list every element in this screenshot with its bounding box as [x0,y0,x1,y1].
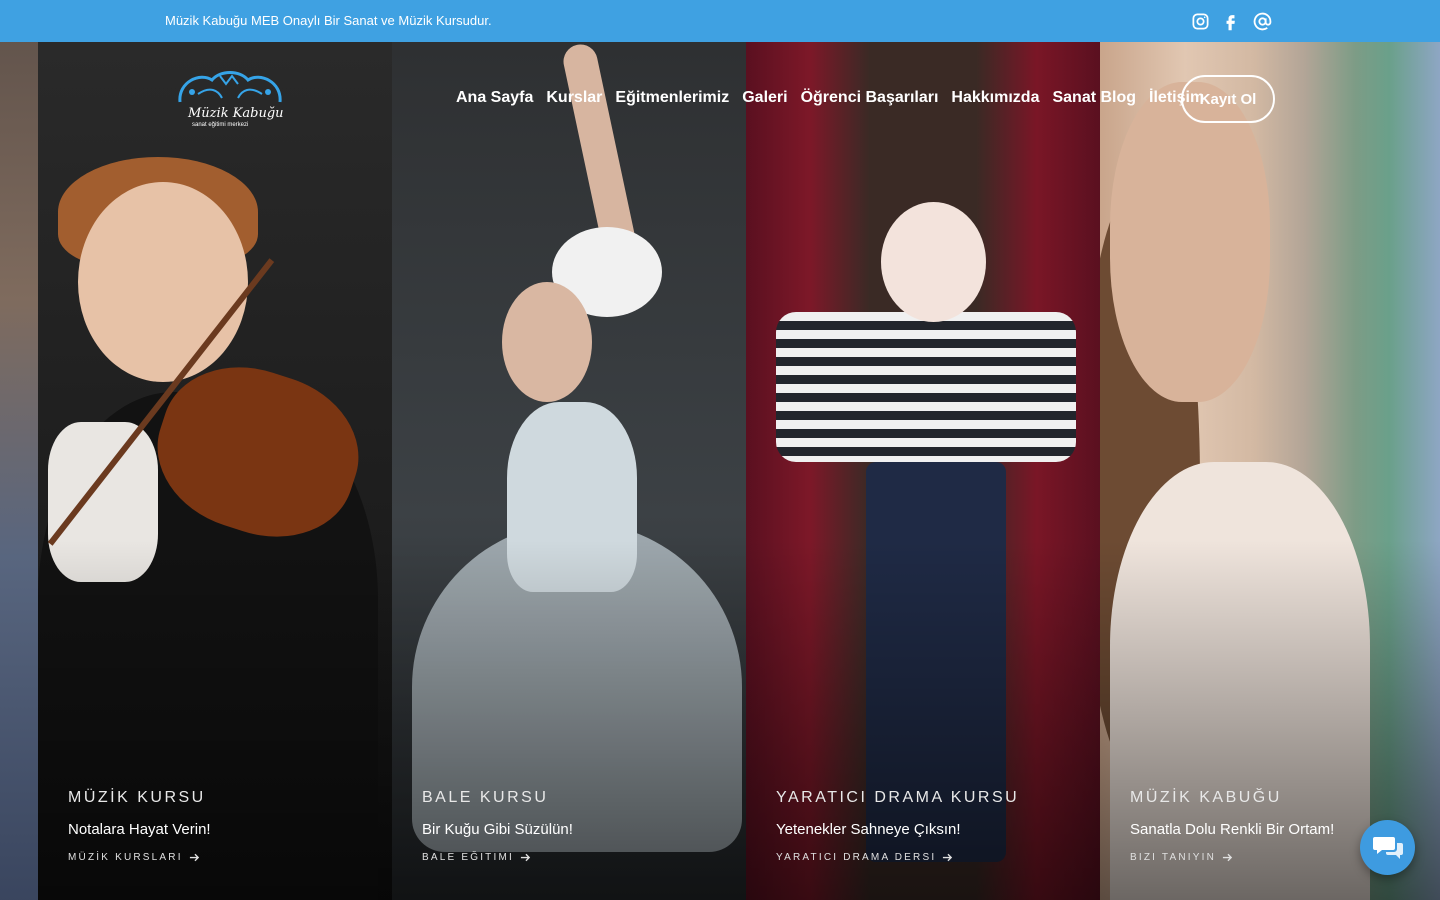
panel-title: Sanatla Dolu Renkli Bir Ortam! [1130,821,1335,838]
caption-about: MÜZİK KABUĞU Sanatla Dolu Renkli Bir Ort… [1130,789,1334,863]
arrow-right-icon [520,853,531,862]
nav-item-gallery[interactable]: Galeri [742,89,787,107]
announcement-text: Müzik Kabuğu MEB Onaylı Bir Sanat ve Müz… [165,13,492,28]
striped-shirt [776,312,1076,462]
panel-kicker: MÜZİK KABUĞU [1130,789,1282,806]
email-icon[interactable] [1251,10,1273,32]
top-bar: Müzik Kabuğu MEB Onaylı Bir Sanat ve Müz… [0,0,1440,42]
arrow-right-icon [1222,853,1233,862]
link-label: YARATICI DRAMA DERSI [776,852,937,863]
panel-music-course[interactable] [38,42,392,900]
nav-item-home[interactable]: Ana Sayfa [456,89,533,107]
face-shape [502,282,592,402]
panel-title: Bir Kuğu Gibi Süzülün! [422,821,573,838]
face-shape [78,182,248,382]
caption-drama-course: YARATICI DRAMA KURSU Yetenekler Sahneye … [776,789,1019,863]
facebook-icon[interactable] [1219,10,1241,32]
instagram-icon[interactable] [1189,10,1211,32]
link-label: BALE EĞITIMI [422,852,514,863]
nav-item-instructors[interactable]: Eğitmenlerimiz [615,89,729,107]
panel-kicker: BALE KURSU [422,789,549,806]
caption-music-course: MÜZİK KURSU Notalara Hayat Verin! MÜZİK … [68,789,211,863]
arrow-right-icon [189,853,199,862]
panel-title: Notalara Hayat Verin! [68,821,211,838]
panel-about[interactable] [1100,42,1440,900]
panel-title: Yetenekler Sahneye Çıksın! [776,821,961,838]
site-logo[interactable]: Müzik Kabuğu sanat eğitimi merkezi [170,64,290,134]
face-shape [1110,82,1270,402]
logo-name: Müzik Kabuğu [188,106,284,121]
page: Müzik Kabuğu MEB Onaylı Bir Sanat ve Müz… [0,0,1440,900]
panel-kicker: MÜZİK KURSU [68,789,206,806]
link-label: MÜZİK KURSLARI [68,852,183,863]
panel-kicker: YARATICI DRAMA KURSU [776,789,1020,806]
arrow-right-icon [943,853,953,862]
ballet-training-link[interactable]: BALE EĞITIMI [422,852,573,863]
panel-drama-course[interactable] [746,42,1100,900]
caption-ballet-course: BALE KURSU Bir Kuğu Gibi Süzülün! BALE E… [422,789,573,863]
background-image-left [0,42,38,900]
panel-ballet-course[interactable] [392,42,746,900]
register-button[interactable]: Kayıt Ol [1181,75,1275,123]
main-nav: Ana Sayfa Kurslar Eğitmenlerimiz Galeri … [456,89,1217,107]
chat-button[interactable] [1360,820,1415,875]
logo-tagline: sanat eğitimi merkezi [192,122,249,128]
drama-lesson-link[interactable]: YARATICI DRAMA DERSI [776,852,1019,863]
music-courses-link[interactable]: MÜZİK KURSLARI [68,852,211,863]
nav-item-student-success[interactable]: Öğrenci Başarıları [801,89,939,107]
link-label: BIZI TANIYIN [1130,852,1217,863]
about-us-link[interactable]: BIZI TANIYIN [1130,852,1334,863]
clown-face [881,202,986,322]
nav-item-about[interactable]: Hakkımızda [951,89,1039,107]
nav-item-blog[interactable]: Sanat Blog [1052,89,1136,107]
nav-item-courses[interactable]: Kurslar [546,89,602,107]
chat-icon [1372,836,1403,859]
